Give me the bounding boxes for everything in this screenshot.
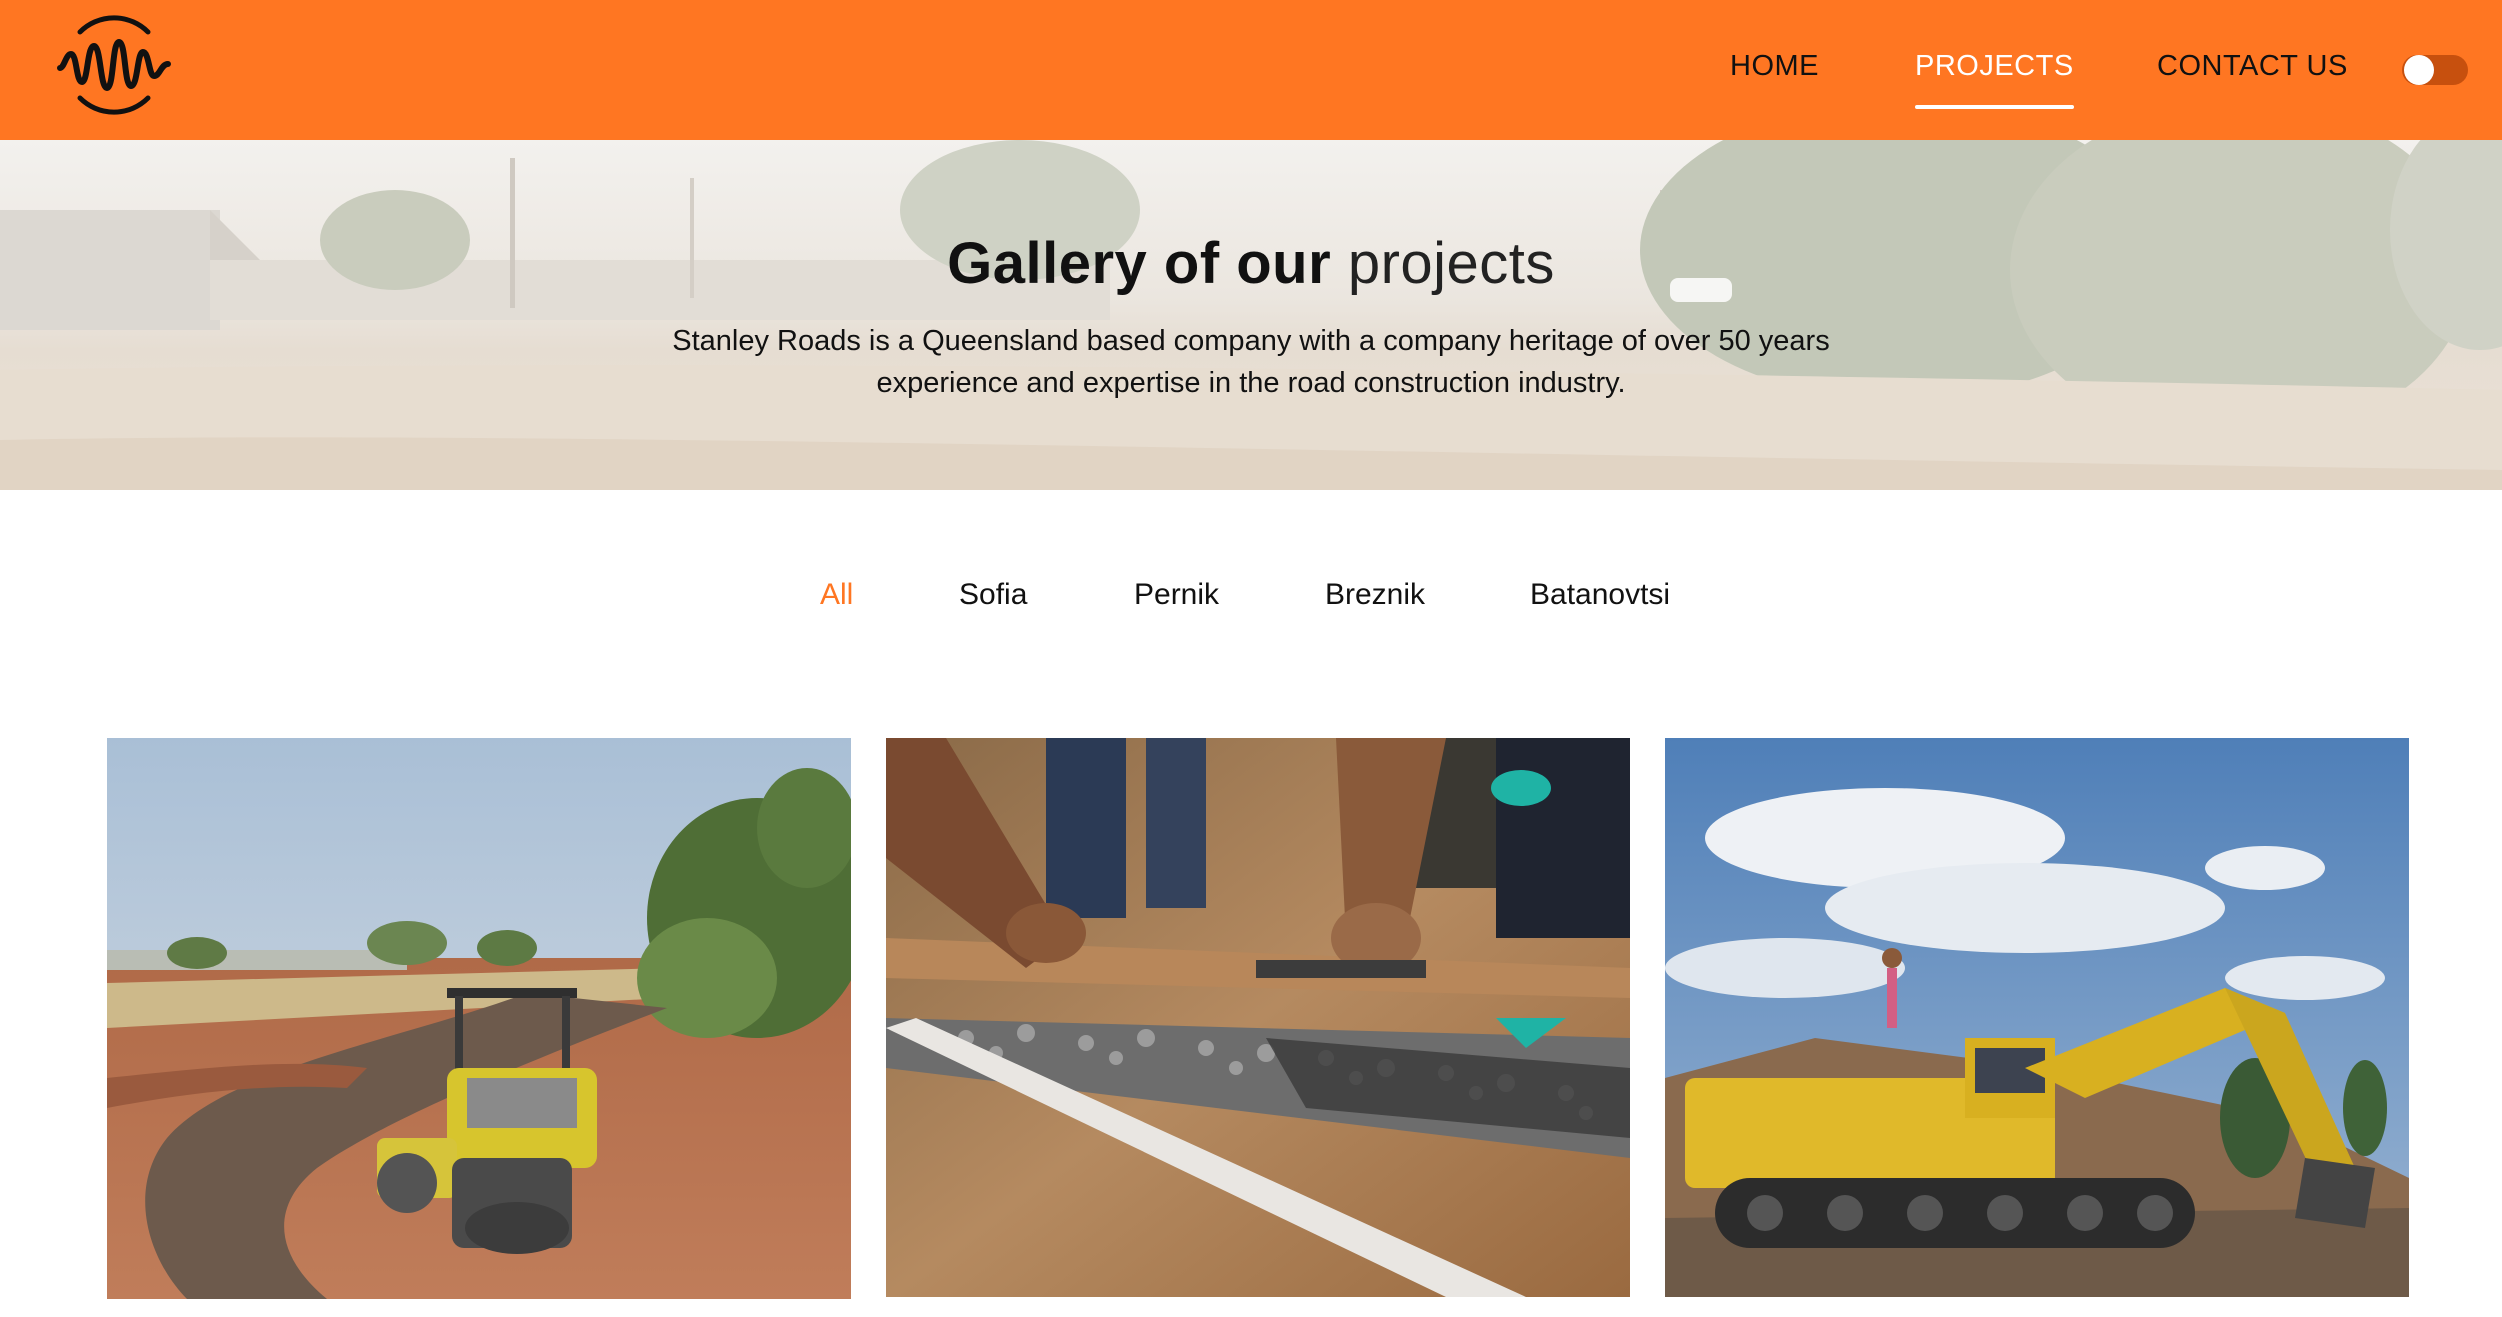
filter-tab-pernik[interactable]: Pernik [1134,578,1219,612]
excavator-photo [1665,738,2409,1297]
nav-link-contact[interactable]: CONTACT US [2157,50,2348,83]
page-title-light: projects [1347,231,1555,296]
concrete-work-photo [886,738,1630,1297]
page-title-main: Gallery of our [947,231,1332,296]
nav-link-projects[interactable]: PROJECTS [1915,50,2074,109]
theme-toggle[interactable] [2402,55,2468,85]
filter-tab-batanovtsi[interactable]: Batanovtsi [1530,578,1670,612]
hero-banner: Gallery of our projects Stanley Roads is… [0,140,2502,490]
site-header: HOME PROJECTS CONTACT US [0,0,2502,140]
road-roller-photo [107,738,851,1299]
toggle-knob [2404,55,2434,85]
gallery-item-concrete-work[interactable] [886,738,1630,1297]
hero-description: Stanley Roads is a Queensland based comp… [672,325,1830,399]
filter-tab-sofia[interactable]: Sofia [959,578,1027,612]
filter-tab-breznik[interactable]: Breznik [1325,578,1425,612]
filter-tab-all[interactable]: All [820,578,853,612]
waveform-logo-icon[interactable] [54,6,174,124]
hero-background-image [0,140,2502,490]
nav-link-home[interactable]: HOME [1730,50,1819,83]
gallery-item-excavator[interactable] [1665,738,2409,1297]
gallery-item-road-roller[interactable] [107,738,851,1299]
page-title: Gallery of our projects [0,230,2502,297]
